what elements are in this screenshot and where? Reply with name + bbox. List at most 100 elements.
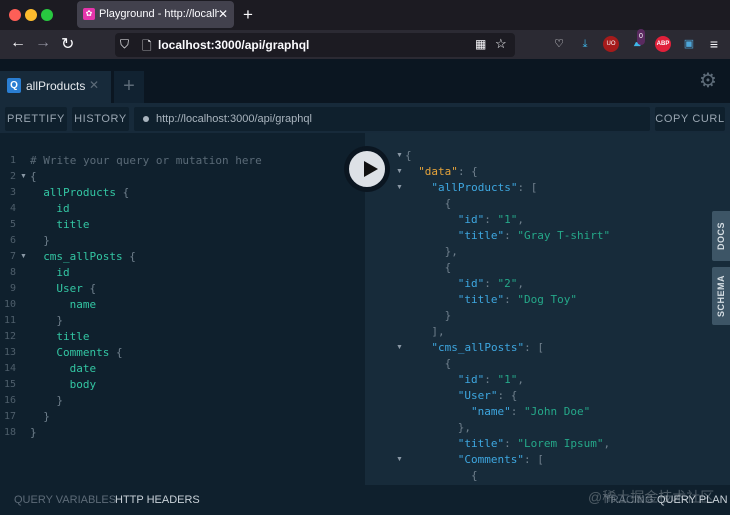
fold-arrow-icon[interactable]: ▼ (20, 249, 27, 265)
line-number: 1 (9, 155, 16, 166)
code-token: id (56, 266, 70, 279)
endpoint-input[interactable]: http://localhost:3000/api/graphql (134, 107, 650, 131)
code-token: } (43, 234, 50, 247)
new-tab-button[interactable]: + (243, 5, 253, 25)
code-token: ], (431, 325, 445, 338)
code-token: "Dog Toy" (517, 293, 578, 306)
code-token: "Lorem Ipsum" (517, 437, 604, 450)
execute-query-button[interactable] (345, 147, 389, 191)
fold-arrow-icon[interactable]: ▼ (396, 452, 403, 468)
fold-arrow-icon[interactable]: ▼ (396, 164, 403, 180)
page-icon: 🗋 (142, 39, 152, 53)
docs-tab[interactable]: DOCS (712, 211, 730, 261)
ublock-icon[interactable]: UO (603, 36, 619, 52)
playground-toolbar: PRETTIFY HISTORY http://localhost:3000/a… (0, 103, 730, 133)
browser-tab[interactable]: ✿ Playground - http://localhost:3000/api… (77, 1, 234, 28)
code-token: "name" (471, 405, 511, 418)
shield-icon[interactable]: ⛉ (120, 37, 129, 52)
line-number: 13 (3, 347, 16, 358)
code-line: date (70, 361, 97, 377)
menu-icon[interactable]: ≡ (706, 36, 722, 52)
code-token: : (484, 373, 498, 386)
docs-tab-label: DOCS (716, 221, 726, 251)
add-tab-button[interactable]: + (114, 71, 144, 103)
code-token: "cms_allPosts" (431, 341, 525, 354)
download-icon[interactable]: ⤓ (577, 36, 593, 52)
code-token: "1" (497, 213, 518, 226)
playground-header: Q allProducts ✕ + ⚙ (0, 59, 730, 103)
code-token: name (69, 298, 97, 311)
fold-arrow-icon[interactable]: ▼ (396, 148, 403, 164)
forward-icon[interactable]: → (35, 34, 51, 52)
code-token: : (504, 293, 518, 306)
schema-tab[interactable]: SCHEMA (712, 267, 730, 325)
query-tab[interactable]: Q allProducts ✕ (0, 71, 111, 103)
bottom-panel-bar: QUERY VARIABLES HTTP HEADERS TRACING QUE… (0, 485, 730, 511)
code-token: body (69, 378, 97, 391)
radio-icon[interactable]: ▣ (681, 36, 697, 52)
line-number: 15 (3, 379, 16, 390)
prettify-button[interactable]: PRETTIFY (5, 107, 67, 131)
code-token: "data" (418, 165, 458, 178)
code-token: { (471, 469, 478, 482)
code-token: , (517, 213, 525, 226)
schema-tab-label: SCHEMA (716, 274, 726, 318)
code-token: : (504, 229, 518, 242)
close-window-button[interactable] (9, 9, 21, 21)
address-bar[interactable]: ⛉ 🗋 localhost:3000/api/graphql ▦ ☆ (115, 33, 515, 57)
fold-arrow-icon[interactable]: ▼ (396, 180, 403, 196)
minimize-window-button[interactable] (25, 9, 37, 21)
fold-arrow-icon[interactable]: ▼ (20, 169, 27, 185)
history-button[interactable]: HISTORY (72, 107, 129, 131)
code-token: "id" (457, 277, 485, 290)
adblock-plus-icon[interactable]: ABP (655, 36, 671, 52)
code-line: User { (56, 281, 96, 297)
graphql-favicon-icon: ✿ (83, 8, 95, 20)
line-number: 3 (9, 187, 16, 198)
fold-arrow-icon[interactable]: ▼ (396, 340, 403, 356)
bookmark-star-icon[interactable]: ☆ (495, 36, 507, 52)
code-token: : [ (524, 453, 544, 466)
code-line: } (445, 308, 452, 324)
code-token: : (484, 213, 498, 226)
code-line: "data": { (418, 164, 478, 180)
code-token: } (43, 410, 50, 423)
copy-curl-button[interactable]: COPY CURL (655, 107, 725, 131)
line-number: 8 (9, 267, 16, 278)
line-number: 9 (9, 283, 16, 294)
code-line: title (56, 329, 89, 345)
code-token: "User" (457, 389, 498, 402)
code-line: } (30, 425, 37, 441)
close-tab-icon[interactable]: ✕ (89, 78, 99, 92)
code-token: cms_allPosts (43, 250, 123, 263)
code-line: } (56, 313, 63, 329)
code-token: } (56, 394, 64, 407)
code-line: id (56, 265, 69, 281)
back-icon[interactable]: ← (10, 34, 26, 52)
url-text[interactable]: localhost:3000/api/graphql (158, 38, 309, 52)
qr-code-icon[interactable]: ▦ (475, 37, 486, 51)
pocket-icon[interactable]: ♡ (551, 36, 567, 52)
result-viewer[interactable]: ▼{▼ "data": {▼ "allProducts": [{"id": "1",… (365, 133, 730, 485)
code-line: "title": "Gray T-shirt" (458, 228, 610, 244)
line-number: 17 (3, 411, 16, 422)
code-token: } (30, 426, 37, 439)
code-token: : (484, 277, 498, 290)
code-token: , (517, 277, 525, 290)
code-token: title (56, 218, 90, 231)
gear-icon[interactable]: ⚙ (699, 68, 717, 93)
code-token: "title" (457, 293, 505, 306)
browser-tab-bar: ✿ Playground - http://localhost:3000/api… (0, 0, 730, 30)
query-editor[interactable]: 1 # Write your query or mutation here 2 ▼{3… (0, 133, 365, 485)
code-token: "title" (457, 437, 505, 450)
watermark: @稀土掘金技术社区 (588, 489, 715, 505)
code-token: "id" (457, 213, 485, 226)
code-token: : [ (517, 181, 538, 194)
notification-icon[interactable]: ▰0 (630, 29, 646, 52)
maximize-window-button[interactable] (41, 9, 53, 21)
code-line: { (445, 356, 452, 372)
reload-icon[interactable]: ↻ (61, 34, 74, 54)
code-token: # Write your query or mutation here (30, 154, 262, 167)
close-tab-icon[interactable]: ✕ (218, 7, 228, 21)
code-line: "Comments": [ (458, 452, 544, 468)
